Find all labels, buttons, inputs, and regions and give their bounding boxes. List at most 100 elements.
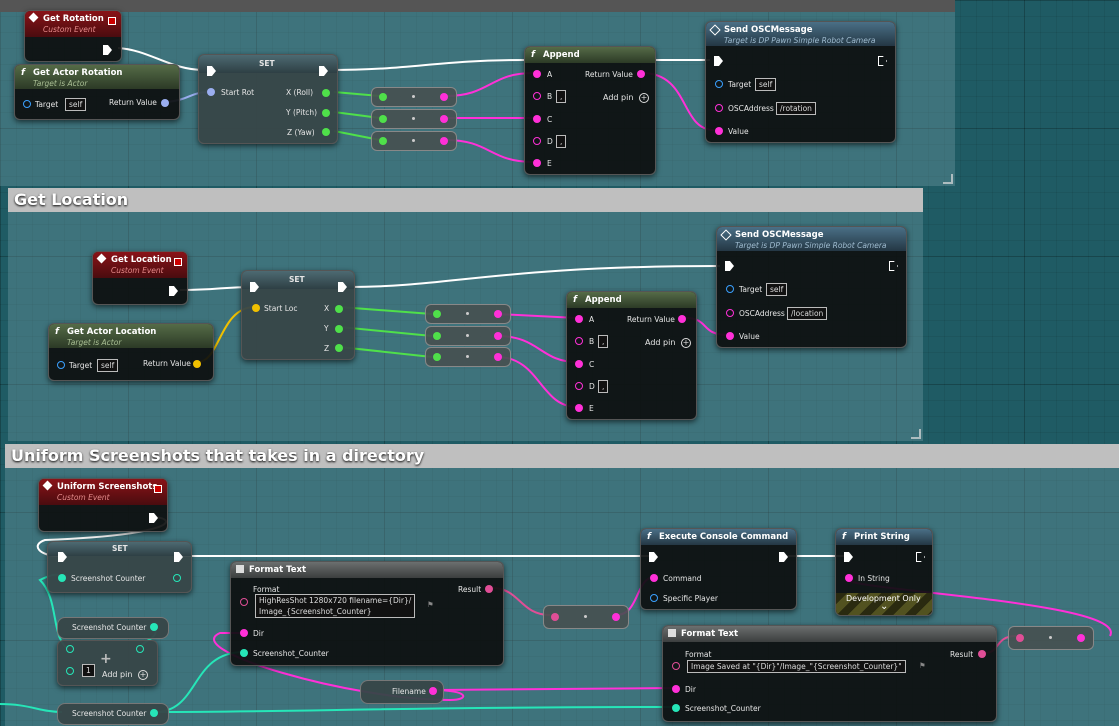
osc-address-input[interactable]: /rotation (776, 102, 816, 115)
send-osc-message-rotation-node[interactable]: Send OSCMessage Target is DP Pawn Simple… (705, 21, 896, 143)
add-b-input[interactable]: 1 (82, 664, 95, 677)
resize-handle-icon[interactable] (943, 174, 953, 184)
d-input[interactable]: , (556, 135, 567, 148)
float-in-pin[interactable] (433, 353, 441, 361)
z-out-pin[interactable] (335, 344, 343, 352)
b-input[interactable]: , (556, 90, 567, 103)
format-input[interactable]: HighResShot 1280x720 filename={Dir}/ Ima… (255, 594, 416, 618)
value-pin[interactable] (726, 332, 734, 340)
to-string-node[interactable] (425, 347, 511, 367)
counter-pin[interactable] (672, 704, 680, 712)
text-in-pin[interactable] (1016, 634, 1024, 642)
get-actor-rotation-node[interactable]: f Get Actor Rotation Target is Actor Tar… (14, 64, 180, 120)
to-string-node[interactable] (1008, 626, 1094, 650)
add-pin-label[interactable]: Add pin (603, 93, 633, 102)
osc-address-pin[interactable] (715, 104, 723, 112)
pin-d[interactable] (533, 137, 541, 145)
exec-out-pin[interactable] (779, 552, 788, 562)
delegate-pin-icon[interactable] (174, 258, 182, 266)
add-int-node[interactable]: + 1 Add pin + (57, 640, 158, 686)
set-start-rot-node[interactable]: SET SET Start Rot X (Roll) Y (Pitch) Z (… (198, 54, 338, 144)
to-string-node[interactable] (425, 326, 511, 346)
pin-a[interactable] (533, 70, 541, 78)
target-input[interactable]: self (97, 359, 119, 372)
target-pin[interactable] (23, 100, 31, 108)
get-location-event-node[interactable]: Get Location Custom Event (92, 251, 188, 305)
pin-c[interactable] (575, 360, 583, 368)
float-in-pin[interactable] (379, 93, 387, 101)
delegate-pin-icon[interactable] (108, 17, 116, 25)
in-string-pin[interactable] (845, 574, 853, 582)
d-input[interactable]: , (598, 380, 609, 393)
target-input[interactable]: self (65, 98, 87, 111)
counter-out-pin[interactable] (173, 574, 181, 582)
return-value-pin[interactable] (193, 360, 201, 368)
counter-out-pin[interactable] (150, 709, 158, 717)
pin-d[interactable] (575, 382, 583, 390)
to-string-node[interactable] (543, 605, 629, 629)
set-screenshot-counter-node[interactable]: SET Screenshot Counter (47, 541, 192, 593)
target-input[interactable]: self (755, 78, 777, 91)
add-b-pin[interactable] (66, 667, 74, 675)
execute-console-command-node[interactable]: f Execute Console Command Command Specif… (640, 528, 797, 610)
return-value-pin[interactable] (637, 70, 645, 78)
yaw-out-pin[interactable] (322, 128, 330, 136)
x-out-pin[interactable] (335, 305, 343, 313)
development-only-banner[interactable]: Development Only ⌄ (836, 593, 932, 615)
result-pin[interactable] (978, 650, 986, 658)
string-out-pin[interactable] (494, 332, 502, 340)
result-pin[interactable] (485, 585, 493, 593)
string-out-pin[interactable] (440, 115, 448, 123)
specific-player-pin[interactable] (650, 594, 658, 602)
start-loc-pin[interactable] (252, 304, 260, 312)
pitch-out-pin[interactable] (322, 109, 330, 117)
screenshot-counter-get-node[interactable]: Screenshot Counter (57, 617, 169, 639)
format-input[interactable]: Image Saved at "{Dir}"/Image_"{Screensho… (687, 660, 906, 673)
filename-get-node[interactable]: Filename (360, 680, 444, 704)
exec-in-pin[interactable] (725, 261, 734, 271)
exec-in-pin[interactable] (649, 552, 658, 562)
uniform-screenshots-event-node[interactable]: Uniform Screenshots Custom Event (38, 478, 168, 532)
exec-out-pin[interactable] (149, 513, 158, 523)
send-osc-message-location-node[interactable]: Send OSCMessage Target is DP Pawn Simple… (716, 226, 907, 348)
exec-in-pin[interactable] (844, 552, 853, 562)
exec-out-pin[interactable] (916, 552, 925, 562)
to-string-node[interactable] (371, 87, 457, 107)
osc-address-input[interactable]: /location (787, 307, 828, 320)
float-in-pin[interactable] (433, 332, 441, 340)
pin-e[interactable] (575, 404, 583, 412)
chevron-down-icon[interactable]: ⌄ (880, 601, 888, 612)
append-node-rotation[interactable]: f Append A Return Value B , Add pin + C … (524, 46, 656, 175)
screenshot-counter-get-node[interactable]: Screenshot Counter (57, 703, 169, 725)
add-pin-label[interactable]: Add pin (645, 338, 675, 347)
get-actor-location-node[interactable]: f Get Actor Location Target is Actor Tar… (48, 323, 214, 381)
filename-out-pin[interactable] (429, 687, 437, 695)
add-pin-icon[interactable]: + (639, 93, 649, 103)
target-input[interactable]: self (766, 283, 788, 296)
add-pin-icon[interactable]: + (681, 338, 691, 348)
text-in-pin[interactable] (551, 613, 559, 621)
string-out-pin[interactable] (612, 613, 620, 621)
to-string-node[interactable] (371, 109, 457, 129)
y-out-pin[interactable] (335, 325, 343, 333)
counter-out-pin[interactable] (150, 623, 158, 631)
counter-pin[interactable] (240, 649, 248, 657)
target-pin[interactable] (57, 361, 65, 369)
string-out-pin[interactable] (440, 137, 448, 145)
print-string-node[interactable]: f Print String In String Development Onl… (835, 528, 933, 616)
pin-a[interactable] (575, 315, 583, 323)
pin-e[interactable] (533, 159, 541, 167)
exec-out-pin[interactable] (169, 286, 178, 296)
target-pin[interactable] (715, 80, 723, 88)
format-text-node-command[interactable]: Format Text Format HighResShot 1280x720 … (230, 561, 504, 666)
float-in-pin[interactable] (433, 310, 441, 318)
string-out-pin[interactable] (440, 93, 448, 101)
add-out-pin[interactable] (136, 645, 144, 653)
exec-out-pin[interactable] (103, 45, 112, 55)
to-string-node[interactable] (371, 131, 457, 151)
exec-in-pin[interactable] (714, 56, 723, 66)
set-start-loc-node[interactable]: SET Start Loc X Y Z (241, 270, 355, 360)
string-out-pin[interactable] (1077, 634, 1085, 642)
add-pin-label[interactable]: Add pin (102, 670, 132, 679)
flag-icon[interactable]: ⚑ (427, 600, 434, 609)
